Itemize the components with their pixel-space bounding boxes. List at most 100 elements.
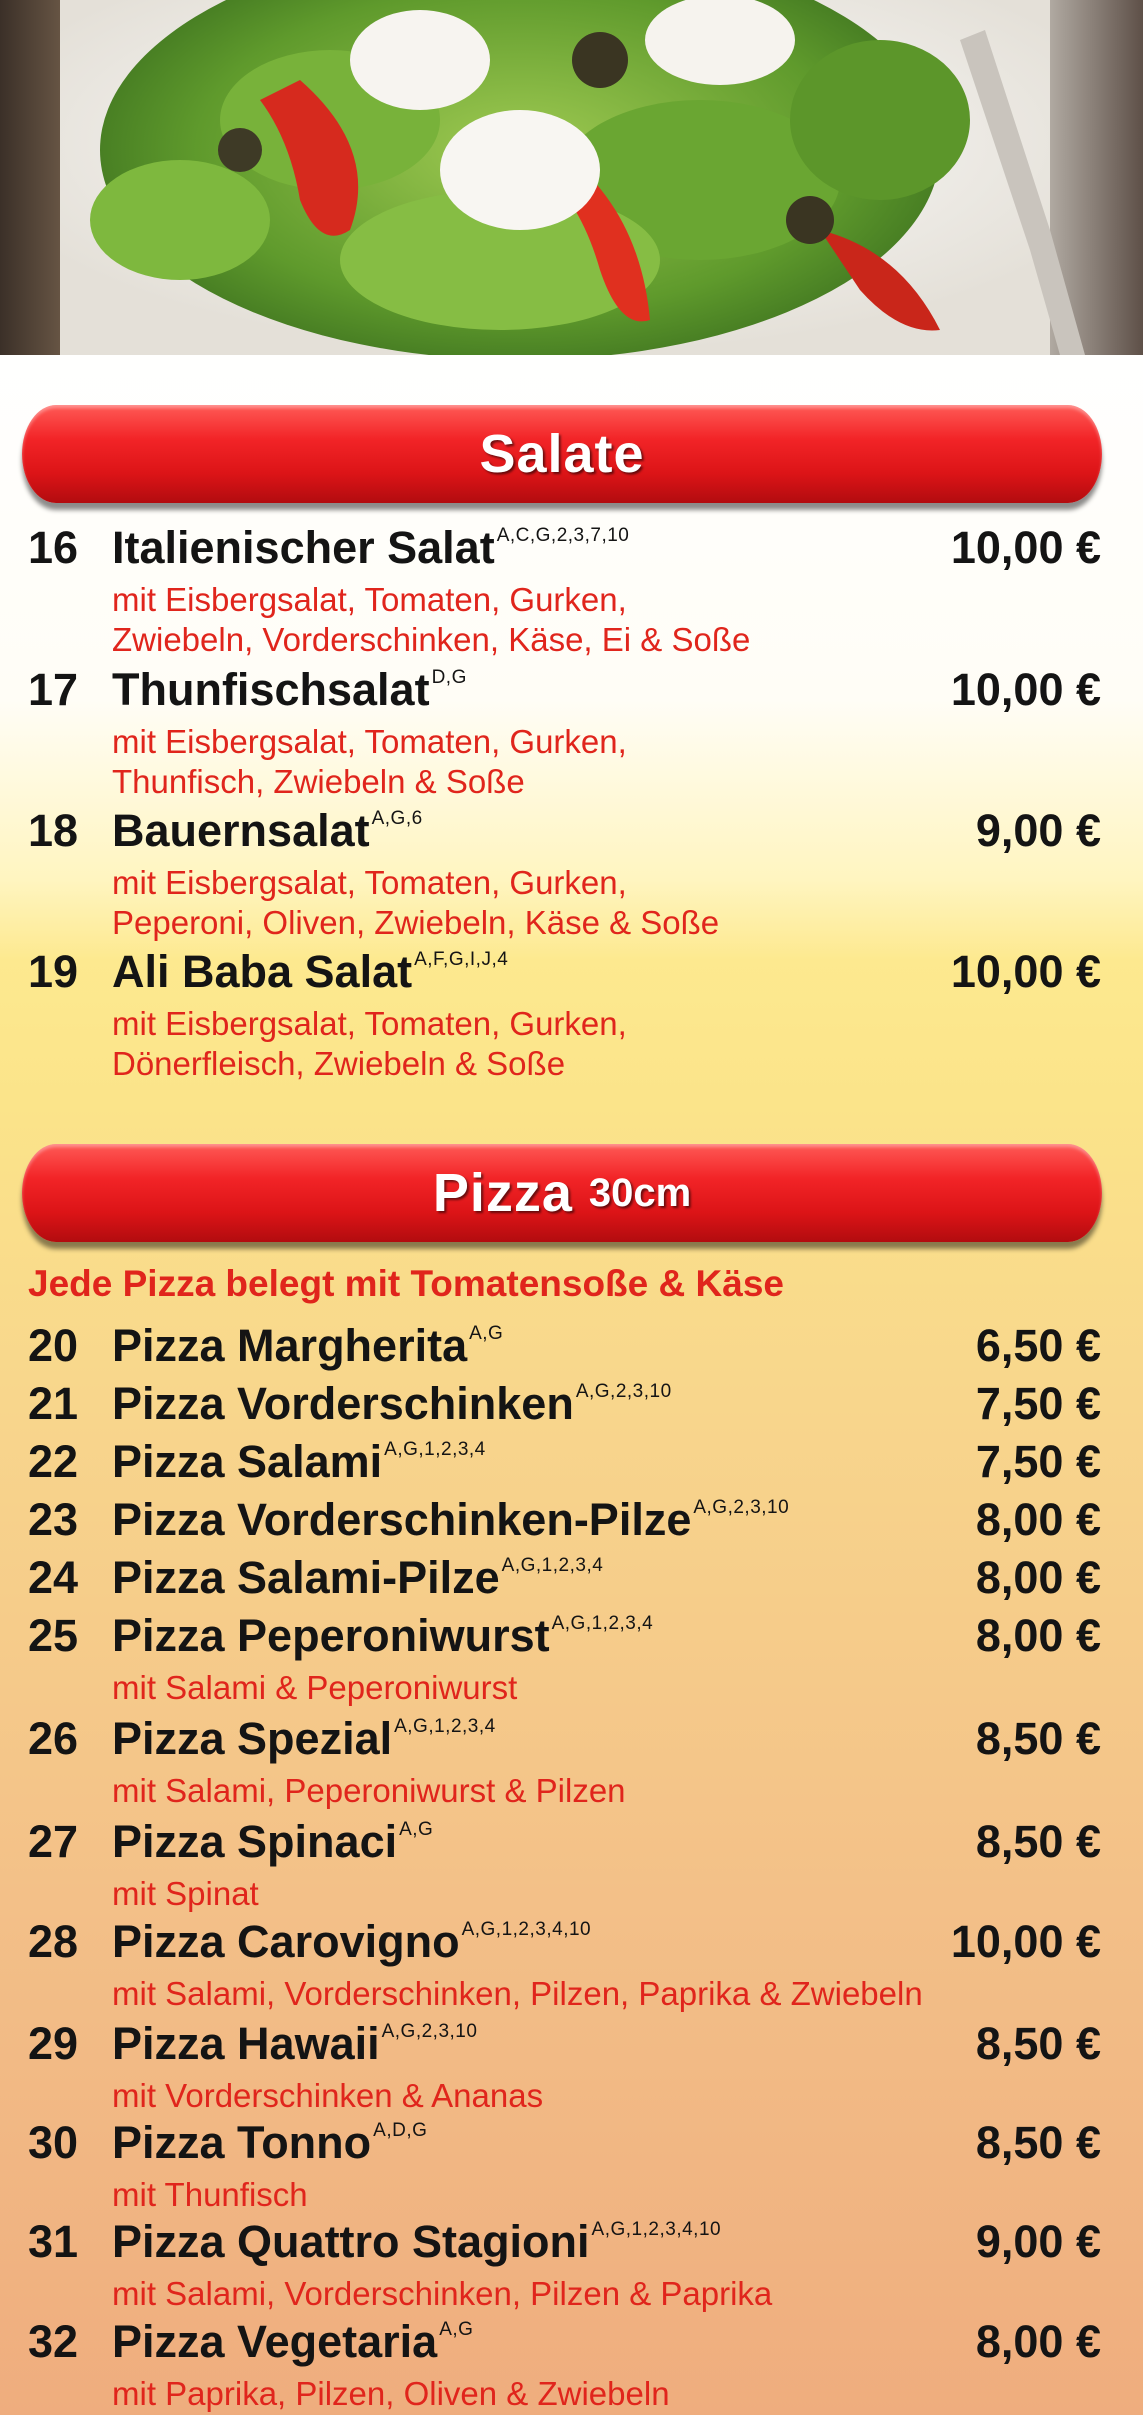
item-price: 7,50 € [975,1436,1101,1487]
menu-item: 29 Pizza Hawaii A,G,2,3,10 8,50 € mit Vor… [0,2018,1143,2116]
item-price: 10,00 € [950,1916,1101,1967]
item-description: mit Eisbergsalat, Tomaten, Gurken, [112,1005,627,1042]
item-name: Thunfischsalat D,G [112,664,467,715]
salate-banner: Salate [22,405,1102,503]
item-description: Peperoni, Oliven, Zwiebeln, Käse & Soße [112,904,720,941]
item-number: 16 [28,522,79,573]
item-price: 8,00 € [975,1494,1101,1545]
menu-item: 16 Italienischer Salat A,C,G,2,3,7,10 10,… [0,522,1143,660]
allergen-codes: A,G,1,2,3,4 [384,1439,486,1460]
item-description: mit Salami, Vorderschinken, Pilzen, Papr… [112,1975,923,2012]
item-number: 29 [28,2018,79,2069]
item-number: 23 [28,1494,79,1545]
menu-item: 22 Pizza Salami A,G,1,2,3,4 7,50 € [0,1436,1143,1494]
allergen-codes: A,G,2,3,10 [381,2021,478,2042]
menu-item: 19 Ali Baba Salat A,F,G,I,J,4 10,00 € mit… [0,946,1143,1084]
item-name: Pizza Hawaii A,G,2,3,10 [112,2018,478,2069]
item-description: Zwiebeln, Vorderschinken, Käse, Ei & Soß… [112,621,751,658]
allergen-codes: A,G,1,2,3,4 [394,1716,496,1737]
salate-title: Salate [479,424,645,484]
item-price: 10,00 € [950,664,1101,715]
item-number: 27 [28,1816,79,1867]
item-price: 10,00 € [950,946,1101,997]
item-name: Pizza Vegetaria A,G [112,2316,474,2367]
allergen-codes: A,G,2,3,10 [575,1381,672,1402]
menu-item: 21 Pizza Vorderschinken A,G,2,3,10 7,50 € [0,1378,1143,1436]
item-name: Bauernsalat A,G,6 [112,805,423,856]
allergen-codes: A,G,1,2,3,4,10 [591,2219,722,2240]
item-name: Pizza Quattro Stagioni A,G,1,2,3,4,10 [112,2216,722,2267]
item-name: Pizza Spezial A,G,1,2,3,4 [112,1713,496,1764]
item-number: 20 [28,1320,79,1371]
item-description: Thunfisch, Zwiebeln & Soße [112,763,525,800]
menu-item: 28 Pizza Carovigno A,G,1,2,3,4,10 10,00 €… [0,1916,1143,2014]
item-description: mit Eisbergsalat, Tomaten, Gurken, [112,864,627,901]
item-name: Pizza Spinaci A,G [112,1816,434,1867]
item-description: mit Eisbergsalat, Tomaten, Gurken, [112,581,627,618]
item-price: 8,50 € [975,2018,1101,2069]
allergen-codes: A,G,1,2,3,4,10 [461,1919,592,1940]
menu-item: 25 Pizza Peperoniwurst A,G,1,2,3,4 8,00 €… [0,1610,1143,1708]
item-number: 19 [28,946,79,997]
item-number: 31 [28,2216,79,2267]
item-price: 9,00 € [975,2216,1101,2267]
pizza-size: 30cm [588,1170,692,1215]
item-description: mit Vorderschinken & Ananas [112,2077,544,2114]
item-name: Pizza Margherita A,G [112,1320,504,1371]
item-description: Dönerfleisch, Zwiebeln & Soße [112,1045,566,1082]
item-name: Pizza Carovigno A,G,1,2,3,4,10 [112,1916,592,1967]
item-number: 32 [28,2316,79,2367]
allergen-codes: A,F,G,I,J,4 [414,949,509,970]
item-name: Pizza Vorderschinken-Pilze A,G,2,3,10 [112,1494,790,1545]
item-name: Pizza Tonno A,D,G [112,2117,428,2168]
item-description: mit Thunfisch [112,2176,308,2213]
allergen-codes: A,G [469,1323,504,1344]
item-number: 24 [28,1552,79,1603]
pizza-title: Pizza [432,1163,573,1223]
allergen-codes: A,G,1,2,3,4 [501,1555,604,1576]
salad-photo [0,0,1143,355]
item-name: Ali Baba Salat A,F,G,I,J,4 [112,946,509,997]
allergen-codes: D,G [431,667,467,688]
allergen-codes: A,G,6 [371,808,423,829]
item-number: 22 [28,1436,79,1487]
item-name: Pizza Peperoniwurst A,G,1,2,3,4 [112,1610,654,1661]
menu-item: 27 Pizza Spinaci A,G 8,50 € mit Spinat [0,1816,1143,1914]
allergen-codes: A,G,2,3,10 [693,1497,790,1518]
item-price: 8,00 € [975,2316,1101,2367]
menu-item: 26 Pizza Spezial A,G,1,2,3,4 8,50 € mit S… [0,1713,1143,1811]
item-name: Italienischer Salat A,C,G,2,3,7,10 [112,522,630,573]
item-description: mit Spinat [112,1875,259,1912]
item-name: Pizza Vorderschinken A,G,2,3,10 [112,1378,672,1429]
item-price: 8,50 € [975,2117,1101,2168]
allergen-codes: A,G [439,2319,474,2340]
item-price: 9,00 € [975,805,1101,856]
salad-illustration [60,0,1085,355]
menu-item: 31 Pizza Quattro Stagioni A,G,1,2,3,4,10 … [0,2216,1143,2314]
menu-item: 20 Pizza Margherita A,G 6,50 € [0,1320,1143,1378]
item-number: 21 [28,1378,79,1429]
item-number: 17 [28,664,79,715]
item-price: 8,00 € [975,1610,1101,1661]
item-number: 18 [28,805,79,856]
pizza-banner: Pizza 30cm [22,1144,1102,1242]
item-price: 6,50 € [975,1320,1101,1371]
item-price: 8,50 € [975,1713,1101,1764]
item-price: 8,00 € [975,1552,1101,1603]
allergen-codes: A,G [399,1819,434,1840]
item-number: 30 [28,2117,79,2168]
item-description: mit Salami & Peperoniwurst [112,1669,518,1706]
item-description: mit Eisbergsalat, Tomaten, Gurken, [112,723,627,760]
item-name: Pizza Salami A,G,1,2,3,4 [112,1436,486,1487]
item-description: mit Salami, Vorderschinken, Pilzen & Pap… [112,2275,773,2312]
menu-item: 24 Pizza Salami-Pilze A,G,1,2,3,4 8,00 € [0,1552,1143,1610]
menu-item: 23 Pizza Vorderschinken-Pilze A,G,2,3,10 … [0,1494,1143,1552]
allergen-codes: A,C,G,2,3,7,10 [496,525,630,546]
menu-item: 18 Bauernsalat A,G,6 9,00 € mit Eisbergsa… [0,805,1143,943]
item-description: mit Paprika, Pilzen, Oliven & Zwiebeln [112,2375,670,2412]
item-price: 10,00 € [950,522,1101,573]
item-price: 8,50 € [975,1816,1101,1867]
menu-item: 32 Pizza Vegetaria A,G 8,00 € mit Paprika… [0,2316,1143,2414]
item-number: 25 [28,1610,79,1661]
allergen-codes: A,G,1,2,3,4 [551,1613,654,1634]
